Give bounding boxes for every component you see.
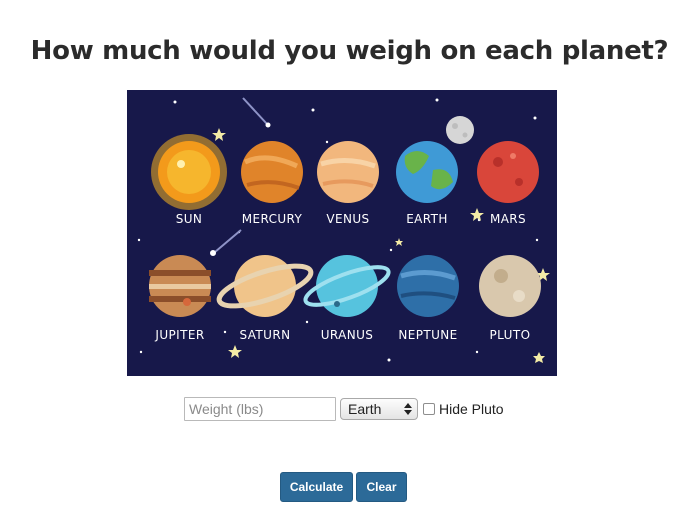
moon bbox=[446, 116, 474, 144]
planet-label-saturn: SATURN bbox=[240, 328, 291, 342]
planets-image: SUN MERCURY VENUS EARTH MARS JUPITER SAT… bbox=[127, 90, 557, 376]
select-arrows-icon bbox=[404, 403, 412, 415]
clear-button[interactable]: Clear bbox=[356, 472, 407, 502]
planet-label-uranus: URANUS bbox=[321, 328, 374, 342]
planet-label-neptune: NEPTUNE bbox=[398, 328, 457, 342]
pluto bbox=[479, 255, 541, 317]
venus bbox=[317, 141, 379, 203]
earth bbox=[396, 141, 458, 203]
planets-illustration: SUN MERCURY VENUS EARTH MARS JUPITER SAT… bbox=[137, 97, 550, 363]
hide-pluto-checkbox[interactable] bbox=[423, 403, 435, 415]
planet-select-value: Earth bbox=[348, 401, 382, 417]
mars bbox=[477, 141, 539, 203]
weight-form: Earth Hide Pluto bbox=[184, 397, 504, 421]
planet-label-mars: MARS bbox=[490, 212, 526, 226]
planet-label-earth: EARTH bbox=[406, 212, 448, 226]
planet-label-mercury: MERCURY bbox=[242, 212, 303, 226]
saturn bbox=[216, 255, 314, 317]
mercury bbox=[241, 141, 303, 203]
hide-pluto-option[interactable]: Hide Pluto bbox=[423, 401, 504, 417]
neptune bbox=[397, 255, 459, 317]
jupiter bbox=[149, 255, 211, 317]
sun bbox=[151, 134, 227, 210]
planet-label-sun: SUN bbox=[176, 212, 203, 226]
page-title: How much would you weigh on each planet? bbox=[30, 36, 669, 66]
uranus bbox=[303, 255, 391, 317]
planet-label-pluto: PLUTO bbox=[490, 328, 531, 342]
planet-select[interactable]: Earth bbox=[340, 398, 418, 420]
page: How much would you weigh on each planet? bbox=[0, 0, 699, 527]
weight-input[interactable] bbox=[184, 397, 336, 421]
hide-pluto-label: Hide Pluto bbox=[439, 401, 504, 417]
calculate-button[interactable]: Calculate bbox=[280, 472, 353, 502]
planet-label-venus: VENUS bbox=[326, 212, 369, 226]
planet-label-jupiter: JUPITER bbox=[154, 328, 204, 342]
